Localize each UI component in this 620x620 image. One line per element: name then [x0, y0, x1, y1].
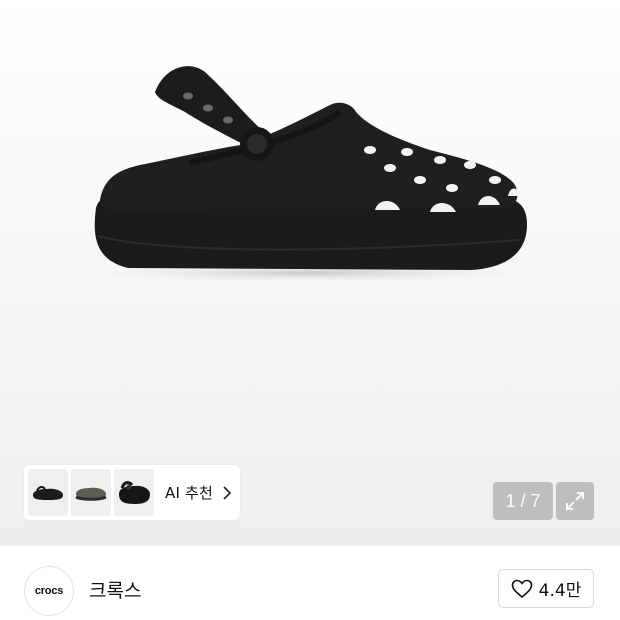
brand-bar: crocs 크록스 4.4만	[0, 546, 620, 620]
product-image-gallery[interactable]: AI 추천 1 / 7	[0, 0, 620, 546]
like-count: 4.4만	[538, 581, 582, 601]
black-platform-clog-thumbnail-icon	[119, 480, 150, 504]
brand-logo-text: crocs	[34, 585, 64, 597]
olive-clog-thumbnail-icon	[75, 487, 107, 501]
thumbnail-black-platform-clog[interactable]	[114, 469, 154, 516]
brand-logo[interactable]: crocs	[24, 566, 74, 616]
ai-recommend-label: AI 추천	[165, 484, 214, 502]
thumbnail-black-clog[interactable]	[28, 469, 68, 516]
expand-icon	[566, 492, 584, 510]
brand-name[interactable]: 크록스	[89, 576, 141, 603]
heart-outline-icon	[511, 579, 532, 598]
expand-button[interactable]	[556, 482, 594, 520]
chevron-right-icon	[223, 485, 232, 500]
like-button[interactable]: 4.4만	[498, 569, 594, 608]
ai-recommend-panel[interactable]: AI 추천	[24, 465, 240, 520]
image-page-counter: 1 / 7	[493, 482, 553, 520]
thumbnail-olive-clog[interactable]	[71, 469, 111, 516]
black-clog-thumbnail-icon	[33, 485, 63, 500]
